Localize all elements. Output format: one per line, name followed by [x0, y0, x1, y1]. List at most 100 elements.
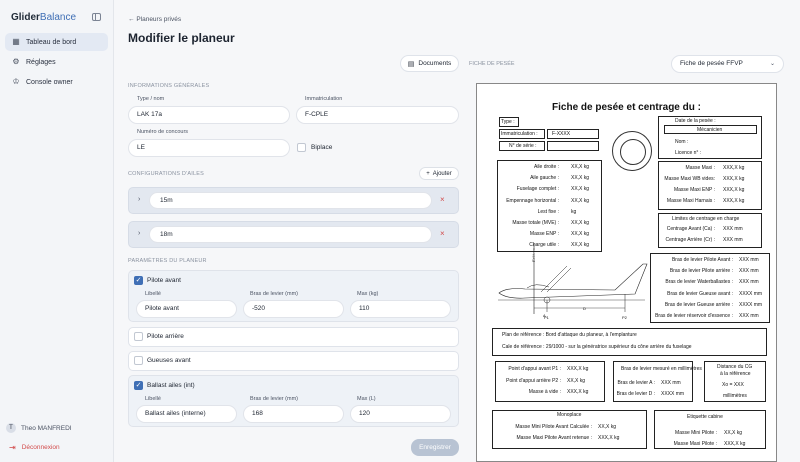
cabine-row-value: XXX,X kg	[724, 441, 746, 447]
pilote-arriere-checkbox[interactable]	[134, 332, 143, 341]
chevron-down-icon: ⌄	[769, 61, 775, 67]
concours-label: Numéro de concours	[137, 129, 189, 135]
type-field: Type :	[501, 119, 515, 125]
wing-span-input[interactable]: 15m	[149, 192, 432, 209]
dashboard-icon: ▦	[12, 37, 20, 46]
mesure-title: Bras de levier mesuré en millimètres	[621, 366, 702, 372]
limit-row-value: XXX mm	[723, 226, 743, 232]
weight-row-value: XX,X kg	[571, 164, 590, 170]
bras-row-label: Bras de levier réservoir d'essence :	[655, 313, 733, 319]
user-name: Theo MANFREDI	[21, 424, 72, 432]
pilote-avant-libelle-input[interactable]: Pilote avant	[136, 300, 237, 318]
masse-row-label: Masse Maxi :	[685, 165, 715, 171]
weight-row-value: XX,X kg	[571, 220, 590, 226]
weight-row-label: Aile droite :	[533, 164, 559, 170]
user-profile[interactable]: T Theo MANFREDI	[6, 423, 72, 433]
mono-row-value: XX,X kg	[598, 424, 617, 430]
pilote-avant-bras-input[interactable]: -520	[243, 300, 344, 318]
appui-row-value: XXX,X kg	[567, 389, 589, 395]
appui-row-value: XX,X kg	[567, 377, 586, 384]
pilote-avant-label: Pilote avant	[147, 277, 181, 284]
plus-icon: +	[426, 170, 430, 177]
plan-reference: Plan de référence : Bord d'attaque du pl…	[502, 332, 637, 338]
bras-row-value: XXX mm	[739, 268, 759, 275]
ffvp-seal-icon	[612, 131, 652, 171]
ballast-checkbox[interactable]: ✓	[134, 381, 143, 390]
sidebar-item-owner-console[interactable]: ♔ Console owner	[5, 73, 108, 91]
immat-label: Immatriculation	[305, 96, 343, 102]
max-label: Max (L)	[357, 396, 376, 402]
ballast-max-input[interactable]: 120	[350, 405, 451, 423]
d-label: D	[583, 306, 586, 311]
ballast-label: Ballast ailes (int)	[147, 382, 195, 389]
cabine-row-label: Masse Mini Pilote :	[675, 430, 717, 436]
ballast-libelle-input[interactable]: Ballast ailes (interne)	[136, 405, 237, 423]
concours-input[interactable]: LE	[128, 139, 290, 157]
bras-row-value: XXX mm	[739, 313, 759, 319]
ballast-bras-input[interactable]: 168	[243, 405, 344, 423]
serie-field: N° de série :	[509, 143, 537, 149]
wing-config-row: › 15m ×	[128, 187, 459, 214]
documents-button[interactable]: ▤ Documents	[400, 55, 459, 72]
logout-button[interactable]: ⇥ Déconnexion	[9, 443, 60, 452]
mesure-row-value: XXX mm	[661, 380, 681, 386]
libelle-label: Libellé	[145, 291, 161, 297]
logout-icon: ⇥	[9, 443, 16, 452]
chevron-right-icon[interactable]: ›	[138, 230, 140, 237]
masse-row-label: Masse Maxi WB vides:	[664, 176, 715, 182]
biplace-checkbox[interactable]	[297, 143, 306, 152]
weighing-sheet-preview: Fiche de pesée et centrage du : Type : I…	[476, 83, 777, 462]
date-field: Date de la pesée :	[675, 118, 716, 124]
section-params: PARAMÈTRES DU PLANEUR	[128, 258, 207, 264]
fiche-section-label: FICHE DE PESÉE	[469, 61, 515, 67]
cabine-title: Etiquette cabine	[687, 414, 723, 420]
cg-title-2: à la référence	[720, 371, 751, 377]
document-icon: ▤	[407, 60, 415, 68]
pilote-avant-max-input[interactable]: 110	[350, 300, 451, 318]
sidebar-item-settings[interactable]: ⚙ Réglages	[5, 53, 108, 71]
save-button[interactable]: Enregistrer	[411, 439, 459, 456]
immat-value: F-XXXX	[552, 131, 571, 137]
page-title: Modifier le planeur	[128, 31, 235, 45]
app-logo[interactable]: GliderBalance	[11, 12, 76, 23]
bras-row-label: Bras de levier Gueuse avant :	[667, 290, 733, 297]
immat-input[interactable]: F-CPLE	[296, 106, 459, 124]
gueuses-avant-label: Gueuses avant	[147, 357, 191, 364]
weight-row-label: Charge utile :	[529, 242, 559, 249]
cg-value: Xo = XXX	[722, 382, 744, 388]
sidebar-nav: ▦ Tableau de bord ⚙ Réglages ♔ Console o…	[5, 33, 108, 93]
limit-row-label: Centrage Arrière (Cr) :	[665, 237, 715, 243]
masse-row-value: XXX,X kg	[723, 198, 745, 204]
glider-diagram	[498, 260, 648, 314]
wing-span-input[interactable]: 18m	[149, 226, 432, 243]
libelle-label: Libellé	[145, 396, 161, 402]
appui-row-label: Point d'appui arrière P2 :	[506, 377, 561, 384]
limit-row-label: Centrage Avant (Ca) :	[666, 226, 715, 232]
mono-row-value: XXX,X kg	[598, 435, 620, 441]
fiche-template-select[interactable]: Fiche de pesée FFVP ⌄	[671, 55, 784, 73]
weight-row-label: Empennage horizontal :	[506, 197, 559, 204]
sidebar: GliderBalance ▦ Tableau de bord ⚙ Réglag…	[0, 0, 114, 462]
delete-icon[interactable]: ×	[440, 229, 445, 238]
gueuses-avant-checkbox[interactable]	[134, 356, 143, 365]
biplace-label: Biplace	[311, 144, 333, 151]
wing-config-row: › 18m ×	[128, 221, 459, 248]
delete-icon[interactable]: ×	[440, 195, 445, 204]
nom-field: Nom :	[675, 139, 689, 145]
monoplace-title: Monoplace	[557, 412, 582, 418]
pilote-avant-checkbox[interactable]: ✓	[134, 276, 143, 285]
weight-row-value: XX,X kg	[571, 186, 590, 193]
sidebar-toggle-icon[interactable]	[92, 13, 101, 21]
type-input[interactable]: LAK 17a	[128, 106, 290, 124]
mono-row-label: Masse Mini Pilote Avant Calculée :	[515, 424, 592, 430]
cale-reference: Cale de référence : 29/1000 - sur la gén…	[502, 344, 692, 350]
weight-row-label: Masse totale (MVE) :	[512, 220, 559, 226]
type-label: Type / nom	[137, 96, 165, 102]
sidebar-item-dashboard[interactable]: ▦ Tableau de bord	[5, 33, 108, 51]
add-wing-button[interactable]: + Ajouter	[419, 167, 459, 180]
weight-row-value: XX,X kg	[571, 197, 590, 204]
back-link[interactable]: ← Planeurs privés	[128, 16, 181, 23]
mecanicien-field: Mécanicien	[697, 127, 723, 133]
cabine-row-value: XX,X kg	[724, 430, 743, 436]
chevron-right-icon[interactable]: ›	[138, 196, 140, 203]
